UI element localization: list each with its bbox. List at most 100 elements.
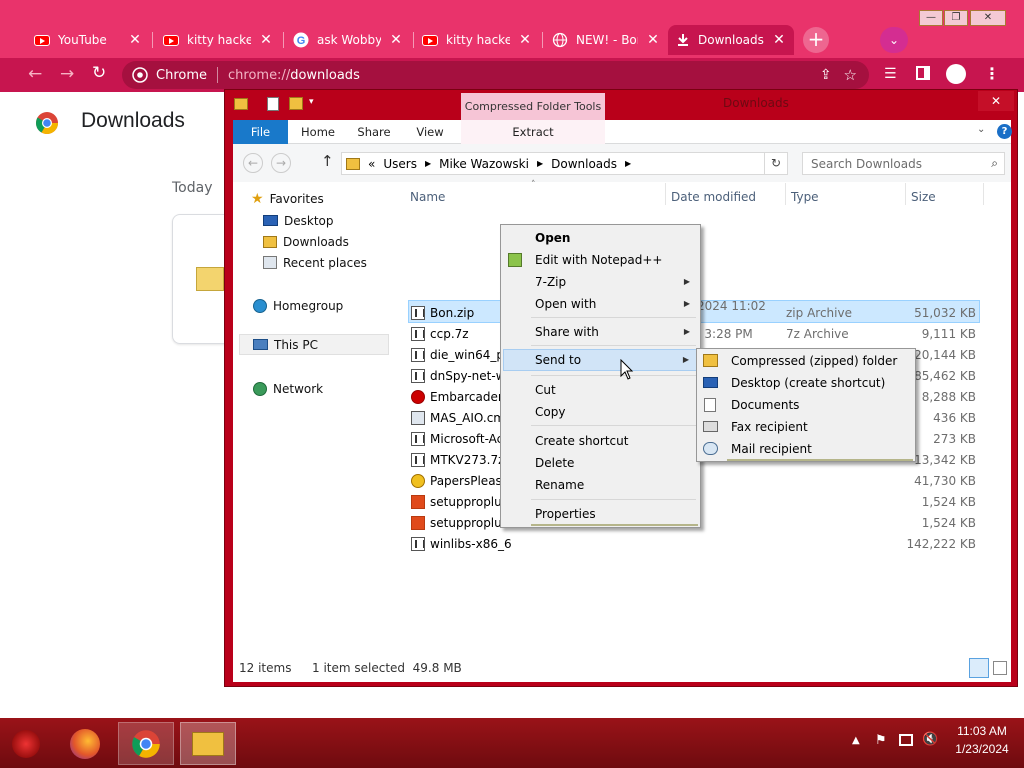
search-input[interactable]: Search Downloads ⌕ bbox=[802, 152, 1005, 175]
close-icon[interactable]: ✕ bbox=[646, 32, 660, 48]
address-bar[interactable]: « Users ▶ Mike Wazowski ▶ Downloads ▶ ⌄ bbox=[341, 152, 781, 175]
action-center-flag-icon[interactable]: ⚑ bbox=[875, 733, 887, 748]
chevron-right-icon[interactable]: ▶ bbox=[537, 159, 543, 168]
close-icon[interactable]: ✕ bbox=[128, 32, 142, 48]
help-icon[interactable]: ? bbox=[997, 124, 1012, 139]
menu-rename[interactable]: Rename bbox=[503, 474, 698, 496]
tab-kitty-hacker-1[interactable]: kitty hacker ✕ bbox=[155, 25, 281, 55]
sendto-compressed-folder[interactable]: Compressed (zipped) folder bbox=[699, 350, 913, 372]
tab-file[interactable]: File bbox=[233, 120, 288, 144]
nav-homegroup[interactable]: Homegroup bbox=[253, 295, 343, 316]
firefox-icon[interactable] bbox=[70, 729, 100, 759]
breadcrumb-user[interactable]: Mike Wazowski bbox=[439, 157, 529, 171]
file-row[interactable]: winlibs-x86_6 142,222 KB bbox=[408, 533, 980, 554]
clock-time[interactable]: 11:03 AM bbox=[952, 724, 1012, 738]
sendto-fax-recipient[interactable]: Fax recipient bbox=[699, 416, 913, 438]
close-icon[interactable]: ✕ bbox=[259, 32, 273, 48]
maximize-button[interactable]: ❐ bbox=[944, 10, 968, 26]
tab-extract[interactable]: Extract bbox=[461, 120, 605, 144]
network-tray-icon[interactable] bbox=[899, 734, 913, 746]
new-tab-button[interactable]: + bbox=[803, 27, 829, 53]
page-title: Downloads bbox=[81, 109, 185, 132]
explorer-titlebar: ▾ Compressed Folder Tools Downloads ✕ bbox=[225, 90, 1019, 120]
sendto-mail-recipient[interactable]: Mail recipient bbox=[699, 438, 913, 460]
omnibox[interactable]: Chrome chrome://downloads ⇪ ☆ bbox=[122, 61, 869, 89]
tab-kitty-hacker-2[interactable]: kitty hacker ✕ bbox=[414, 25, 540, 55]
profile-avatar[interactable] bbox=[946, 64, 966, 84]
nav-desktop[interactable]: Desktop bbox=[263, 210, 334, 231]
tab-home[interactable]: Home bbox=[295, 120, 341, 144]
menu-edit-notepadpp[interactable]: Edit with Notepad++ bbox=[503, 249, 698, 271]
details-view-icon[interactable] bbox=[969, 658, 989, 678]
volume-muted-icon[interactable]: 🔇 bbox=[922, 732, 938, 747]
nav-recent-places[interactable]: Recent places bbox=[263, 252, 367, 273]
status-bar: 12 items 1 item selected 49.8 MB bbox=[233, 652, 1011, 682]
taskbar-explorer-button[interactable] bbox=[180, 722, 236, 765]
show-hidden-icons-icon[interactable]: ▲ bbox=[852, 735, 860, 746]
new-folder-icon[interactable] bbox=[289, 97, 303, 110]
menu-kebab-icon[interactable]: ⋮ bbox=[984, 64, 1000, 83]
large-icons-view-icon[interactable] bbox=[993, 661, 1007, 675]
chevron-right-icon[interactable]: ▶ bbox=[425, 159, 431, 168]
folder-icon bbox=[192, 732, 224, 756]
tab-search-chevron-icon[interactable]: ⌄ bbox=[880, 27, 908, 53]
menu-cut[interactable]: Cut bbox=[503, 379, 698, 401]
breadcrumb-users[interactable]: Users bbox=[383, 157, 417, 171]
share-icon[interactable]: ⇪ bbox=[820, 67, 832, 83]
clock-date[interactable]: 1/23/2024 bbox=[952, 742, 1012, 756]
breadcrumb-downloads[interactable]: Downloads bbox=[551, 157, 617, 171]
tab-ask-wobby[interactable]: G ask Wobby ✕ bbox=[285, 25, 411, 55]
tab-new-bon[interactable]: NEW! - Bon ✕ bbox=[544, 25, 668, 55]
ribbon-expand-chevron-icon[interactable]: ⌄ bbox=[977, 124, 985, 135]
nav-favorites[interactable]: ★ Favorites bbox=[251, 188, 324, 209]
refresh-icon[interactable]: ↻ bbox=[764, 152, 788, 175]
taskbar-chrome-button[interactable] bbox=[118, 722, 174, 765]
menu-share-with[interactable]: Share with ▶ bbox=[503, 321, 698, 343]
menu-7zip[interactable]: 7-Zip ▶ bbox=[503, 271, 698, 293]
forward-arrow-icon[interactable]: → bbox=[60, 64, 74, 84]
bookmark-star-icon[interactable]: ☆ bbox=[844, 66, 857, 84]
column-type[interactable]: Type bbox=[791, 190, 819, 204]
address-bar-row: ← → ↑ « Users ▶ Mike Wazowski ▶ Download… bbox=[233, 144, 1011, 182]
customize-qat-icon[interactable]: ▾ bbox=[309, 97, 314, 107]
up-arrow-icon[interactable]: ↑ bbox=[321, 152, 334, 170]
properties-icon[interactable] bbox=[267, 97, 279, 111]
sendto-desktop[interactable]: Desktop (create shortcut) bbox=[699, 372, 913, 394]
chevron-right-icon[interactable]: ▶ bbox=[625, 159, 631, 168]
tab-share[interactable]: Share bbox=[351, 120, 397, 144]
menu-delete[interactable]: Delete bbox=[503, 452, 698, 474]
minimize-button[interactable]: — bbox=[919, 10, 943, 26]
close-icon[interactable]: ✕ bbox=[389, 32, 403, 48]
menu-send-to[interactable]: Send to ▶ bbox=[503, 349, 698, 371]
reading-list-icon[interactable]: ☰ bbox=[884, 66, 897, 82]
close-window-button[interactable]: ✕ bbox=[978, 91, 1014, 111]
start-button[interactable] bbox=[12, 730, 40, 758]
menu-open[interactable]: Open bbox=[503, 227, 698, 249]
sendto-documents[interactable]: Documents bbox=[699, 394, 913, 416]
tab-view[interactable]: View bbox=[407, 120, 453, 144]
quick-access-folder-icon[interactable] bbox=[234, 98, 248, 110]
nav-network[interactable]: Network bbox=[253, 378, 323, 399]
close-icon[interactable]: ✕ bbox=[772, 32, 786, 48]
back-arrow-icon[interactable]: ← bbox=[28, 64, 42, 84]
side-panel-icon[interactable] bbox=[916, 66, 930, 80]
close-window-button[interactable]: ✕ bbox=[970, 10, 1006, 26]
tab-downloads[interactable]: Downloads ✕ bbox=[668, 25, 794, 55]
tab-youtube[interactable]: YouTube ✕ bbox=[26, 25, 150, 55]
menu-create-shortcut[interactable]: Create shortcut bbox=[503, 430, 698, 452]
column-name[interactable]: Name bbox=[410, 190, 445, 204]
submenu-arrow-icon: ▶ bbox=[683, 327, 690, 336]
nav-downloads[interactable]: Downloads bbox=[263, 231, 349, 252]
menu-open-with[interactable]: Open with ▶ bbox=[503, 293, 698, 315]
close-icon[interactable]: ✕ bbox=[518, 32, 532, 48]
google-icon: G bbox=[293, 32, 309, 48]
column-date[interactable]: Date modified bbox=[671, 190, 756, 204]
forward-arrow-icon[interactable]: → bbox=[271, 153, 291, 173]
back-arrow-icon[interactable]: ← bbox=[243, 153, 263, 173]
reload-icon[interactable]: ↻ bbox=[92, 63, 106, 83]
zip-file-icon bbox=[411, 368, 425, 383]
column-size[interactable]: Size bbox=[911, 190, 936, 204]
menu-properties[interactable]: Properties bbox=[503, 503, 698, 525]
menu-copy[interactable]: Copy bbox=[503, 401, 698, 423]
nav-this-pc[interactable]: This PC bbox=[253, 334, 318, 355]
